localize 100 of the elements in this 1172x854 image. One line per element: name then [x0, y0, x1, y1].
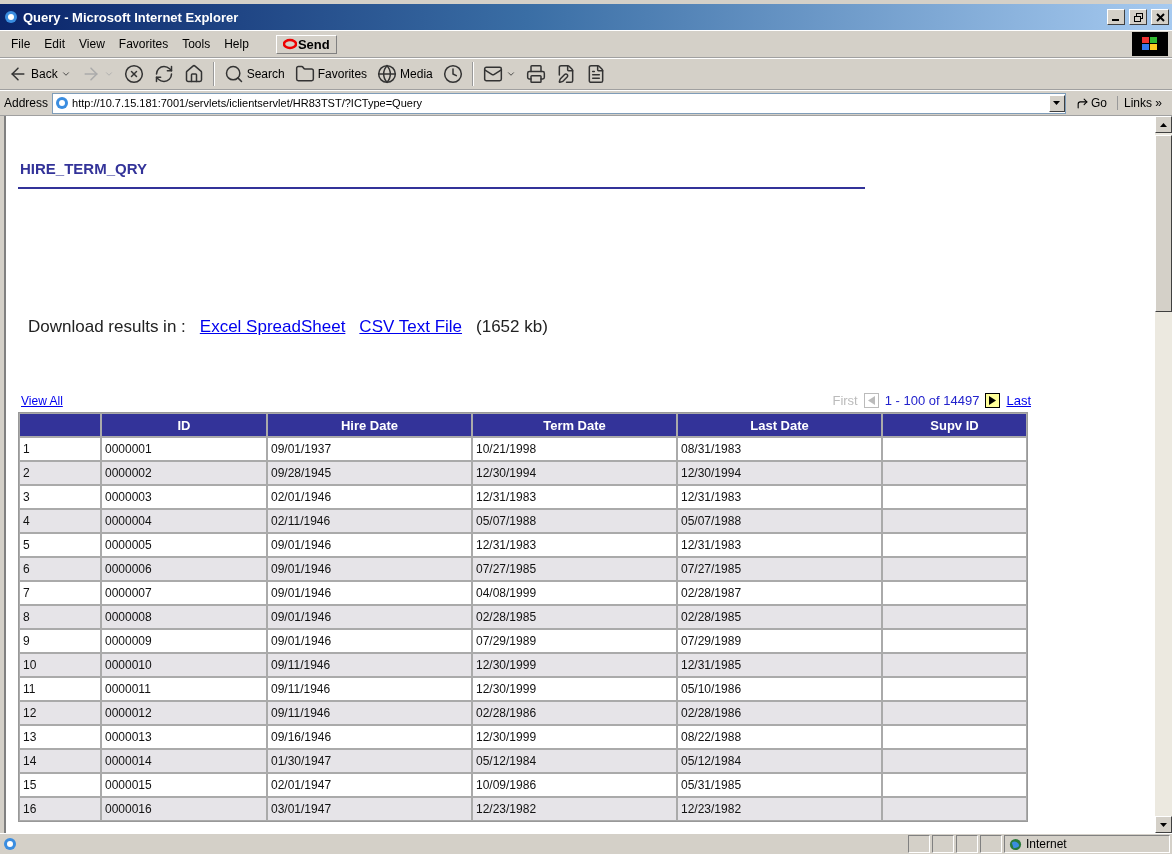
caret-icon: [1053, 101, 1061, 105]
caret-icon[interactable]: [60, 69, 71, 79]
table-cell: 0000011: [101, 677, 267, 701]
windows-logo-icon: [1132, 32, 1168, 56]
close-button[interactable]: [1151, 9, 1169, 25]
table-cell: 12/31/1983: [472, 485, 677, 509]
table-cell: 0000012: [101, 701, 267, 725]
table-cell: 07/29/1989: [677, 629, 882, 653]
table-cell: 12/31/1983: [677, 485, 882, 509]
page-range: 1 - 100 of 14497: [884, 393, 980, 408]
table-cell: 05/12/1984: [677, 749, 882, 773]
page-icon: [55, 96, 70, 110]
table-cell: 0000004: [101, 509, 267, 533]
table-cell: 12/30/1994: [677, 461, 882, 485]
go-arrow-icon: [1075, 96, 1089, 110]
table-cell: 01/30/1947: [267, 749, 472, 773]
row-number: 14: [19, 749, 101, 773]
page-heading: HIRE_TERM_QRY: [18, 160, 865, 189]
caret-icon[interactable]: [505, 69, 516, 79]
table-cell: 12/31/1983: [677, 533, 882, 557]
last-link[interactable]: Last: [1006, 393, 1031, 408]
dropdown-button[interactable]: [1048, 94, 1065, 112]
row-number: 2: [19, 461, 101, 485]
table-cell: 07/29/1989: [472, 629, 677, 653]
menu-item[interactable]: Favorites: [111, 35, 176, 53]
toolbar-button[interactable]: Back: [4, 62, 75, 86]
window-title: Query - Microsoft Internet Explorer: [23, 9, 240, 25]
download-label: Download results in :: [28, 317, 186, 337]
address-field[interactable]: http://10.7.15.181:7001/servlets/iclientservlet/HR83TST/?ICType=Query: [52, 92, 1066, 114]
menu-item[interactable]: File: [4, 35, 38, 53]
table-cell: 0000003: [101, 485, 267, 509]
status-pane: [956, 835, 978, 853]
column-header: ID: [101, 413, 267, 437]
table-cell: 09/11/1946: [267, 677, 472, 701]
view-all-link[interactable]: View All: [21, 394, 63, 408]
download-link[interactable]: Excel SpreadSheet: [199, 317, 346, 337]
column-header: Term Date: [472, 413, 677, 437]
table-cell: 0000009: [101, 629, 267, 653]
security-zone: Internet: [1004, 835, 1170, 853]
row-number: 15: [19, 773, 101, 797]
links-button[interactable]: Links »: [1116, 96, 1168, 110]
clock-icon[interactable]: [442, 64, 463, 84]
close-icon: [1155, 12, 1165, 22]
row-number: 1: [19, 437, 101, 461]
menu-item[interactable]: View: [72, 35, 112, 53]
table-cell: 12/30/1999: [472, 653, 677, 677]
next-icon[interactable]: [985, 393, 1001, 408]
download-link[interactable]: CSV Text File: [359, 317, 463, 337]
table-cell: 09/01/1946: [267, 533, 472, 557]
row-number: 12: [19, 701, 101, 725]
restore-button[interactable]: [1129, 9, 1147, 25]
column-header: Hire Date: [267, 413, 472, 437]
table-cell: 05/12/1984: [472, 749, 677, 773]
table-cell: 12/31/1985: [677, 653, 882, 677]
table-cell: 02/28/1987: [677, 581, 882, 605]
menu-item[interactable]: Tools: [175, 35, 218, 53]
send-button[interactable]: Send: [275, 34, 337, 54]
scrollbar[interactable]: [1155, 116, 1172, 833]
scroll-down-button[interactable]: [1155, 816, 1172, 833]
mail-icon[interactable]: [482, 64, 503, 84]
printer-icon[interactable]: [525, 64, 546, 84]
toolbar-button[interactable]: Search: [219, 62, 289, 86]
table-cell: 02/01/1946: [267, 485, 472, 509]
globe-icon: [1009, 837, 1022, 851]
toolbar-button[interactable]: Favorites: [290, 62, 372, 86]
table-cell: 07/27/1985: [472, 557, 677, 581]
table-cell: 12/31/1983: [472, 533, 677, 557]
page-icon: [2, 836, 18, 852]
table-cell: 09/28/1945: [267, 461, 472, 485]
row-number: 9: [19, 629, 101, 653]
table-cell: 02/28/1986: [677, 701, 882, 725]
table-cell: 12/30/1999: [472, 725, 677, 749]
table-cell: 02/01/1947: [267, 773, 472, 797]
table-cell: 0000014: [101, 749, 267, 773]
toolbar-button[interactable]: Media: [373, 62, 437, 86]
table-cell: 09/01/1946: [267, 557, 472, 581]
column-header: Last Date: [677, 413, 882, 437]
table-cell: 02/11/1946: [267, 509, 472, 533]
scroll-thumb[interactable]: [1155, 135, 1172, 312]
table-cell: 10/21/1998: [472, 437, 677, 461]
menu-item[interactable]: Help: [217, 35, 256, 53]
table-cell: 0000005: [101, 533, 267, 557]
scroll-up-button[interactable]: [1155, 116, 1172, 133]
table-cell: 08/22/1988: [677, 725, 882, 749]
refresh-icon[interactable]: [153, 64, 174, 84]
table-cell: 04/08/1999: [472, 581, 677, 605]
status-pane: [932, 835, 954, 853]
row-number: 8: [19, 605, 101, 629]
status-pane: [980, 835, 1002, 853]
row-number: 7: [19, 581, 101, 605]
table-cell: 12/30/1994: [472, 461, 677, 485]
go-button[interactable]: Go: [1069, 96, 1113, 110]
menu-item[interactable]: Edit: [37, 35, 73, 53]
table-cell: 0000016: [101, 797, 267, 821]
file-size: (1652 kb): [476, 317, 548, 337]
table-cell: 09/01/1946: [267, 581, 472, 605]
minimize-button[interactable]: [1107, 9, 1125, 25]
down-arrow-icon: [1160, 822, 1167, 827]
stop-icon[interactable]: [123, 64, 144, 84]
home-icon[interactable]: [183, 64, 204, 84]
